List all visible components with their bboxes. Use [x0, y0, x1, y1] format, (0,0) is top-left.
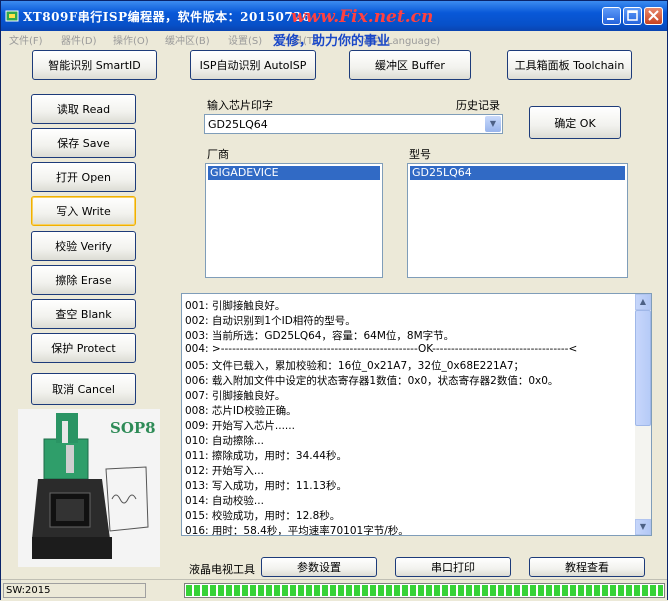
log-line: 011: 擦除成功，用时：34.44秒。	[185, 450, 347, 462]
protect-button[interactable]: 保护 Protect	[31, 333, 136, 363]
log-line: 004: >----------------------------------…	[185, 343, 578, 355]
toolchain-button[interactable]: 工具箱面板 Toolchain	[507, 50, 632, 80]
progress-fill	[186, 585, 663, 596]
blank-button[interactable]: 查空 Blank	[31, 299, 136, 329]
close-button[interactable]	[644, 7, 663, 25]
tutorial-button[interactable]: 教程查看	[529, 557, 645, 577]
chip-combo[interactable]: GD25LQ64 ▼	[204, 114, 503, 134]
log-line: 014: 自动校验...	[185, 495, 264, 507]
log-line: 005: 文件已载入，累加校验和：16位_0x21A7，32位_0x68E221…	[185, 360, 525, 372]
scroll-up-icon[interactable]: ▲	[635, 294, 651, 310]
log-line: 010: 自动擦除...	[185, 435, 264, 447]
menu-device[interactable]: 器件(D)	[61, 32, 97, 47]
serial-print-button[interactable]: 串口打印	[395, 557, 511, 577]
menu-settings[interactable]: 设置(S)	[228, 32, 262, 47]
vendor-label: 厂商	[207, 148, 229, 161]
save-button[interactable]: 保存 Save	[31, 128, 136, 158]
log-panel[interactable]: 001: 引脚接触良好。 002: 自动识别到1个ID相符的型号。 003: 当…	[181, 293, 652, 536]
watermark-slogan: 爱修，助力你的事业	[273, 34, 391, 49]
menu-operation[interactable]: 操作(O)	[113, 32, 149, 47]
chevron-down-icon[interactable]: ▼	[485, 116, 501, 132]
title-bar[interactable]: XT809F串行ISP编程器，软件版本：20150726 www.Fix.net…	[1, 1, 667, 31]
log-line: 009: 开始写入芯片......	[185, 420, 295, 432]
scroll-down-icon[interactable]: ▼	[635, 519, 651, 535]
menu-buffer[interactable]: 缓冲区(B)	[165, 32, 210, 47]
history-label: 历史记录	[456, 99, 500, 112]
log-line: 012: 开始写入...	[185, 465, 264, 477]
verify-button[interactable]: 校验 Verify	[31, 231, 136, 261]
window-title: XT809F串行ISP编程器，软件版本：20150726	[23, 10, 311, 24]
minimize-button[interactable]	[602, 7, 621, 25]
status-bar: SW:2015	[1, 579, 667, 601]
ok-button[interactable]: 确定 OK	[529, 106, 621, 139]
log-line: 016: 用时：58.4秒，平均速率70101字节/秒。	[185, 525, 409, 536]
vendor-list[interactable]: GIGADEVICE	[205, 163, 383, 278]
main-window: XT809F串行ISP编程器，软件版本：20150726 www.Fix.net…	[0, 0, 668, 601]
log-line: 003: 当前所选：GD25LQ64，容量：64M位，8M字节。	[185, 330, 455, 342]
scroll-thumb[interactable]	[635, 310, 651, 426]
autoisp-button[interactable]: ISP自动识别 AutoISP	[190, 50, 316, 80]
log-line: 007: 引脚接触良好。	[185, 390, 286, 402]
log-line: 001: 引脚接触良好。	[185, 300, 286, 312]
erase-button[interactable]: 擦除 Erase	[31, 265, 136, 295]
sop8-socket-image: SOP8	[18, 409, 160, 567]
smartid-button[interactable]: 智能识别 SmartID	[32, 50, 157, 80]
log-line: 002: 自动识别到1个ID相符的型号。	[185, 315, 356, 327]
lcd-tool-label[interactable]: 液晶电视工具	[189, 561, 255, 577]
buffer-button[interactable]: 缓冲区 Buffer	[349, 50, 471, 80]
log-line: 013: 写入成功，用时：11.13秒。	[185, 480, 347, 492]
chip-input-label: 输入芯片印字	[207, 99, 273, 112]
log-line: 015: 校验成功，用时：12.8秒。	[185, 510, 341, 522]
sop8-label: SOP8	[110, 419, 156, 437]
watermark-text: www.Fix.net.cn	[291, 7, 434, 27]
read-button[interactable]: 读取 Read	[31, 94, 136, 124]
model-list[interactable]: GD25LQ64	[407, 163, 628, 278]
chip-input-value: GD25LQ64	[208, 118, 268, 131]
cancel-button[interactable]: 取消 Cancel	[31, 373, 136, 405]
log-line: 008: 芯片ID校验正确。	[185, 405, 297, 417]
app-icon	[5, 10, 19, 22]
minimize-icon	[607, 18, 614, 20]
model-label: 型号	[409, 148, 431, 161]
log-scrollbar[interactable]: ▲ ▼	[635, 294, 651, 535]
open-button[interactable]: 打开 Open	[31, 162, 136, 192]
params-button[interactable]: 参数设置	[261, 557, 377, 577]
model-list-item[interactable]: GD25LQ64	[410, 166, 625, 180]
maximize-button[interactable]	[623, 7, 642, 25]
vendor-list-item[interactable]: GIGADEVICE	[208, 166, 380, 180]
maximize-icon	[627, 10, 638, 21]
status-field: SW:2015	[3, 583, 146, 598]
log-line: 006: 载入附加文件中设定的状态寄存器1数值：0x0，状态寄存器2数值：0x0…	[185, 375, 559, 387]
write-button[interactable]: 写入 Write	[31, 196, 136, 226]
progress-bar	[184, 583, 665, 598]
close-icon	[648, 10, 659, 21]
menu-file[interactable]: 文件(F)	[9, 32, 43, 47]
